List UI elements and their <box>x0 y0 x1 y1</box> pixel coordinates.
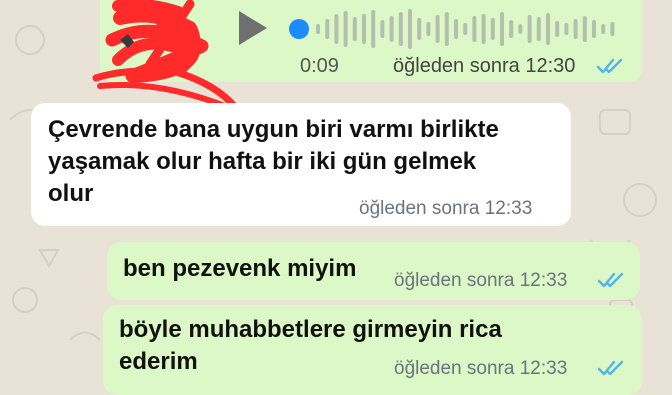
playback-position-dot[interactable] <box>289 19 309 39</box>
message-line: yaşamak olur hafta bir iki gün gelmek <box>48 148 477 175</box>
waveform-bar <box>417 18 422 40</box>
waveform-bar <box>454 19 458 39</box>
waveform-bar <box>389 16 394 42</box>
voice-waveform[interactable] <box>288 6 624 52</box>
waveform-bar <box>518 24 523 34</box>
read-ticks-icon <box>597 272 624 288</box>
waveform-bar <box>564 23 569 35</box>
waveform-bar <box>592 20 596 38</box>
read-ticks-icon <box>597 360 624 376</box>
waveform-bar <box>555 21 560 37</box>
message-line: böyle muhabbetlere girmeyin rica <box>119 316 502 343</box>
incoming-message-bubble[interactable]: Çevrende bana uygun biri varmı birlikte … <box>31 103 571 226</box>
read-ticks-icon <box>596 58 623 74</box>
waveform-bar <box>325 19 330 39</box>
message-timestamp: öğleden sonra 12:33 <box>394 358 568 379</box>
voice-duration: 0:09 <box>300 55 339 77</box>
message-line: Çevrende bana uygun biri varmı birlikte <box>48 116 499 143</box>
waveform-bar <box>490 18 495 40</box>
waveform-bar <box>546 13 550 45</box>
outgoing-message-bubble[interactable]: ben pezevenk miyim öğleden sonra 12:33 <box>107 242 640 300</box>
waveform-bar <box>472 16 477 42</box>
message-line: olur <box>48 180 94 207</box>
waveform-bar <box>582 16 587 42</box>
voice-timestamp: öğleden sonra 12:30 <box>393 55 576 77</box>
waveform-bar <box>509 20 514 38</box>
waveform-bar <box>380 20 385 38</box>
waveform-bar <box>426 22 431 36</box>
waveform-bar <box>500 12 504 46</box>
waveform-bar <box>352 17 357 41</box>
waveform-bar <box>463 23 468 35</box>
waveform-bar <box>610 22 615 36</box>
waveform-bar <box>444 12 449 46</box>
waveform-bar <box>371 10 376 48</box>
message-timestamp: öğleden sonra 12:33 <box>359 198 533 219</box>
waveform-bar <box>343 11 348 47</box>
waveform-bar <box>334 14 339 44</box>
waveform-bar <box>601 24 606 34</box>
waveform-bar <box>398 12 403 46</box>
waveform-bar <box>408 9 412 49</box>
waveform-bar <box>362 14 366 44</box>
outgoing-message-bubble[interactable]: böyle muhabbetlere girmeyin rica ederim … <box>103 305 642 395</box>
waveform-bar <box>316 24 320 34</box>
message-timestamp: öğleden sonra 12:33 <box>394 270 568 291</box>
waveform-bar <box>527 15 532 43</box>
waveform-bar <box>435 15 440 43</box>
waveform-bar <box>573 19 578 39</box>
message-line: ben pezevenk miyim <box>123 255 357 282</box>
waveform-bar <box>481 14 486 44</box>
waveform-bar <box>536 17 541 41</box>
message-line: ederim <box>119 348 198 375</box>
